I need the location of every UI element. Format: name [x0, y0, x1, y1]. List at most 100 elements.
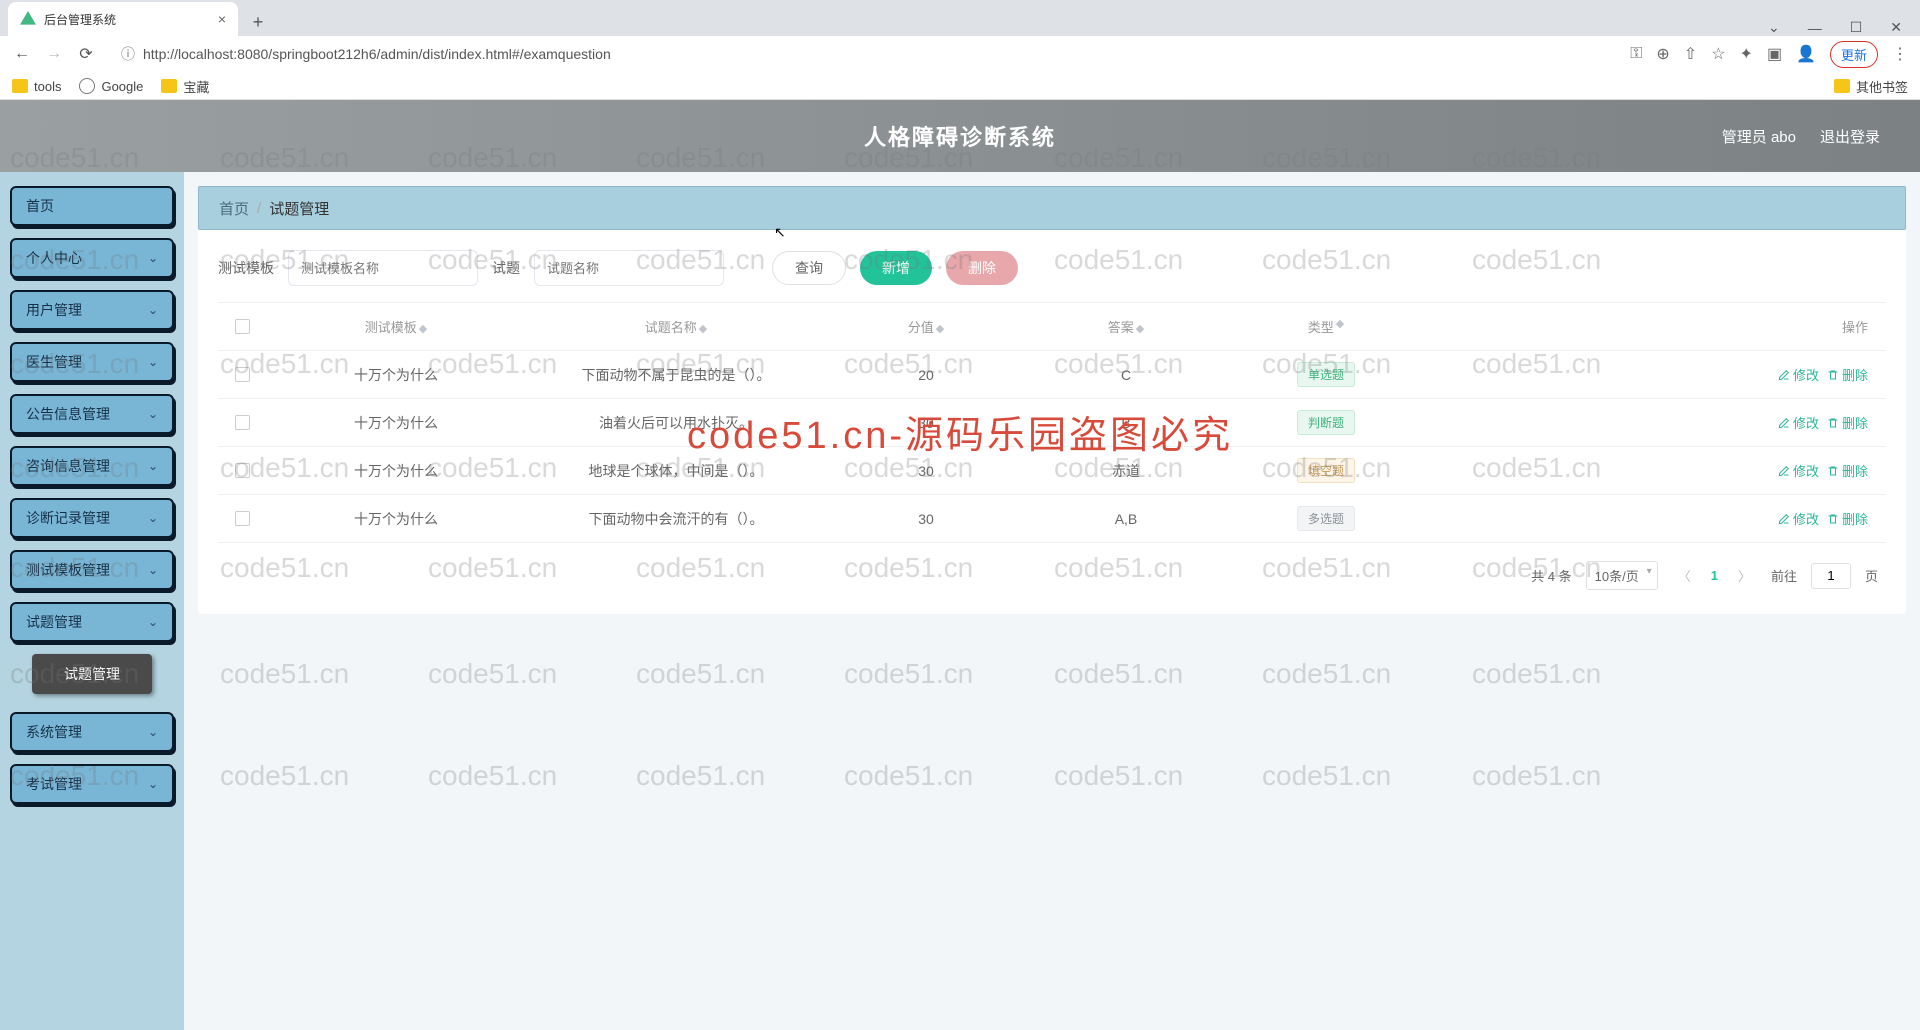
key-icon[interactable]: ⚿	[1630, 45, 1642, 63]
edit-link[interactable]: 修改	[1778, 509, 1819, 528]
pager-goto-label: 前往	[1771, 566, 1797, 585]
sort-icon[interactable]: ◆	[699, 323, 707, 335]
search-label-question: 试题	[492, 258, 520, 278]
cell-score: 30	[826, 511, 1026, 527]
pager-current[interactable]: 1	[1711, 568, 1718, 583]
row-checkbox[interactable]	[235, 511, 250, 526]
breadcrumb-home[interactable]: 首页	[219, 198, 249, 219]
sidebar-item[interactable]: 诊断记录管理⌄	[10, 498, 174, 538]
row-checkbox[interactable]	[235, 367, 250, 382]
cell-title: 地球是个球体，中间是（）。	[526, 461, 826, 481]
sort-icon[interactable]: ◆	[419, 323, 427, 335]
select-all-checkbox[interactable]	[235, 319, 250, 334]
new-tab-button[interactable]: +	[244, 8, 272, 36]
bookmark-google[interactable]: Google	[79, 78, 143, 94]
edit-link[interactable]: 修改	[1778, 461, 1819, 480]
sort-icon[interactable]: ◆	[1336, 317, 1344, 336]
sidebar-item[interactable]: 考试管理⌄	[10, 764, 174, 804]
share-icon[interactable]: ⇧	[1684, 44, 1697, 64]
tab-bar: 后台管理系统 × + ⌄ — ☐ ✕	[0, 0, 1920, 36]
sidebar-item[interactable]: 试题管理⌄	[10, 602, 174, 642]
cell-template: 十万个为什么	[266, 365, 526, 385]
breadcrumb: 首页 / 试题管理	[198, 186, 1906, 230]
cell-score: 30	[826, 415, 1026, 431]
back-icon[interactable]: ←	[12, 44, 32, 64]
row-checkbox[interactable]	[235, 415, 250, 430]
url-text: http://localhost:8080/springboot212h6/ad…	[143, 46, 611, 62]
folder-icon	[161, 79, 177, 93]
close-tab-icon[interactable]: ×	[218, 11, 226, 27]
app-root: 人格障碍诊断系统 管理员 abo 退出登录 首页个人中心⌄ 用户管理⌄ 医生管理⌄ 公…	[0, 100, 1920, 1030]
sidebar-item[interactable]: 系统管理⌄	[10, 712, 174, 752]
sidebar-item[interactable]: 测试模板管理⌄	[10, 550, 174, 590]
sidebar-item[interactable]: 医生管理⌄	[10, 342, 174, 382]
cell-score: 30	[826, 463, 1026, 479]
vue-favicon	[20, 11, 36, 27]
chevron-down-icon: ⌄	[148, 251, 158, 265]
bookmark-treasure[interactable]: 宝藏	[161, 77, 209, 96]
bookmark-tools[interactable]: tools	[12, 79, 61, 94]
pager-next[interactable]: 〉	[1732, 566, 1757, 585]
tab-title: 后台管理系统	[44, 11, 116, 28]
table-row: 十万个为什么 油着火后可以用水扑灭。 30 B 判断题 修改 删除	[218, 399, 1886, 447]
maximize-icon[interactable]: ☐	[1850, 19, 1863, 36]
sidebar-subitem-active[interactable]: 试题管理	[32, 654, 152, 694]
cell-answer: 赤道	[1026, 461, 1226, 481]
bookmark-other[interactable]: 其他书签	[1834, 77, 1908, 96]
question-input[interactable]	[534, 250, 724, 286]
breadcrumb-current: 试题管理	[269, 198, 329, 219]
delete-link[interactable]: 删除	[1827, 365, 1868, 384]
delete-link[interactable]: 删除	[1827, 413, 1868, 432]
browser-tab[interactable]: 后台管理系统 ×	[8, 2, 238, 36]
table-header: 测试模板◆ 试题名称◆ 分值◆ 答案◆ 类型◆ 操作	[218, 303, 1886, 351]
add-button[interactable]: 新增	[860, 251, 932, 285]
menu-icon[interactable]: ⋮	[1892, 44, 1908, 64]
pagination: 共 4 条 10条/页 〈 1 〉 前往 页	[198, 543, 1906, 594]
globe-icon	[79, 78, 95, 94]
sidebar-item[interactable]: 个人中心⌄	[10, 238, 174, 278]
main-content: 首页 / 试题管理 测试模板 试题 查询 新增 删除	[184, 172, 1920, 1030]
chevron-down-icon: ⌄	[148, 303, 158, 317]
row-checkbox[interactable]	[235, 463, 250, 478]
sort-icon[interactable]: ◆	[1136, 323, 1144, 335]
page-size-select[interactable]: 10条/页	[1586, 561, 1658, 590]
sidebar-item[interactable]: 首页	[10, 186, 174, 226]
sidebar-item[interactable]: 用户管理⌄	[10, 290, 174, 330]
chevron-down-icon: ⌄	[148, 725, 158, 739]
bookmark-icon[interactable]: ☆	[1711, 44, 1725, 64]
site-info-icon[interactable]: ⓘ	[121, 44, 135, 64]
sidepanel-icon[interactable]: ▣	[1767, 44, 1782, 64]
cell-answer: A,B	[1026, 511, 1226, 527]
zoom-icon[interactable]: ⊕	[1656, 44, 1669, 64]
sidebar-item[interactable]: 咨询信息管理⌄	[10, 446, 174, 486]
update-button[interactable]: 更新	[1830, 41, 1878, 68]
edit-link[interactable]: 修改	[1778, 365, 1819, 384]
pager-goto-input[interactable]	[1811, 563, 1851, 589]
delete-link[interactable]: 删除	[1827, 461, 1868, 480]
chevron-down-icon: ⌄	[148, 407, 158, 421]
sort-icon[interactable]: ◆	[936, 323, 944, 335]
delete-link[interactable]: 删除	[1827, 509, 1868, 528]
app-title: 人格障碍诊断系统	[864, 120, 1056, 152]
reload-icon[interactable]: ⟳	[76, 44, 96, 64]
url-field[interactable]: ⓘ http://localhost:8080/springboot212h6/…	[108, 39, 1618, 69]
edit-link[interactable]: 修改	[1778, 413, 1819, 432]
forward-icon[interactable]: →	[44, 44, 64, 64]
logout-link[interactable]: 退出登录	[1820, 126, 1880, 147]
sidebar-item[interactable]: 公告信息管理⌄	[10, 394, 174, 434]
current-user[interactable]: 管理员 abo	[1722, 126, 1796, 147]
pager-prev[interactable]: 〈	[1672, 566, 1697, 585]
delete-button[interactable]: 删除	[946, 251, 1018, 285]
type-tag: 多选题	[1297, 506, 1355, 531]
profile-icon[interactable]: 👤	[1796, 44, 1816, 64]
close-window-icon[interactable]: ✕	[1890, 19, 1902, 36]
cell-template: 十万个为什么	[266, 461, 526, 481]
pager-total: 共 4 条	[1531, 566, 1571, 585]
template-input[interactable]	[288, 250, 478, 286]
query-button[interactable]: 查询	[772, 251, 846, 285]
chevron-down-icon[interactable]: ⌄	[1768, 19, 1780, 36]
minimize-icon[interactable]: —	[1808, 20, 1822, 36]
cell-title: 下面动物不属于昆虫的是（）。	[526, 365, 826, 385]
chevron-down-icon: ⌄	[148, 355, 158, 369]
extensions-icon[interactable]: ✦	[1740, 44, 1753, 64]
